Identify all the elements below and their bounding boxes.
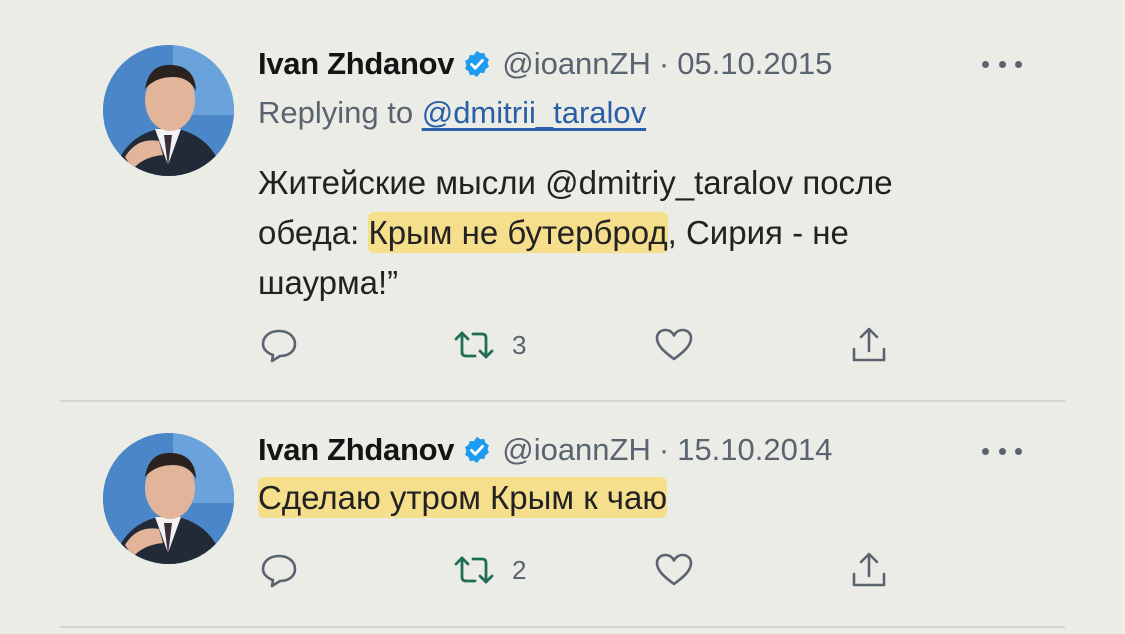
retweet-icon bbox=[454, 556, 494, 584]
author-handle[interactable]: @ioannZH bbox=[502, 432, 651, 468]
text-segment: обеда: bbox=[258, 214, 369, 251]
avatar[interactable] bbox=[103, 433, 234, 564]
heart-icon bbox=[655, 553, 693, 586]
tweet-text-line: Сделаю утром Крым к чаю bbox=[258, 473, 1018, 523]
tweet-text-line: Житейские мысли @dmitriy_taralov после bbox=[258, 158, 1018, 208]
highlighted-text: Крым не бутерброд bbox=[368, 212, 668, 253]
tweet-text-line: обеда: Крым не бутерброд, Сирия - не bbox=[258, 208, 1018, 258]
retweet-button[interactable]: 3 bbox=[450, 325, 526, 365]
retweet-count: 2 bbox=[512, 554, 527, 585]
replying-to-handle-link[interactable]: @dmitrii_taralov bbox=[422, 95, 646, 130]
verified-badge-icon bbox=[462, 435, 492, 465]
tweet[interactable]: Ivan Zhdanov @ioannZH · 15.10.2014 Сдела… bbox=[0, 400, 1125, 634]
avatar[interactable] bbox=[103, 45, 234, 176]
author-name[interactable]: Ivan Zhdanov bbox=[258, 432, 455, 468]
avatar-photo bbox=[103, 433, 234, 564]
separator-dot: · bbox=[658, 432, 670, 467]
share-icon bbox=[852, 552, 886, 587]
action-bar: 2 bbox=[258, 550, 908, 590]
share-button[interactable] bbox=[848, 550, 890, 590]
tweet-date[interactable]: 05.10.2015 bbox=[677, 46, 832, 82]
text-segment: шаурма!” bbox=[258, 264, 399, 301]
author-name[interactable]: Ivan Zhdanov bbox=[258, 46, 455, 82]
reply-icon bbox=[261, 329, 297, 363]
reply-button[interactable] bbox=[258, 550, 300, 590]
heart-icon bbox=[655, 328, 693, 361]
like-button[interactable] bbox=[653, 550, 695, 590]
replying-to-line: Replying to @dmitrii_taralov bbox=[258, 95, 646, 131]
tweet-divider bbox=[60, 626, 1065, 628]
reply-icon bbox=[261, 554, 297, 588]
replying-to-label: Replying to bbox=[258, 95, 422, 130]
author-handle[interactable]: @ioannZH bbox=[502, 46, 651, 82]
avatar-photo bbox=[103, 45, 234, 176]
highlighted-text: Сделаю утром Крым к чаю bbox=[258, 477, 668, 518]
retweet-count: 3 bbox=[512, 329, 527, 360]
tweet-header: Ivan Zhdanov @ioannZH · 15.10.2014 bbox=[258, 430, 832, 470]
tweet-date[interactable]: 15.10.2014 bbox=[677, 432, 832, 468]
verified-badge-icon bbox=[462, 49, 492, 79]
tweet[interactable]: Ivan Zhdanov @ioannZH · 05.10.2015 Reply… bbox=[0, 0, 1125, 400]
tweet-header: Ivan Zhdanov @ioannZH · 05.10.2015 bbox=[258, 44, 832, 84]
tweet-text: Житейские мысли @dmitriy_taralov после о… bbox=[258, 158, 1018, 308]
retweet-button[interactable]: 2 bbox=[450, 550, 526, 590]
text-segment: Житейские мысли @dmitriy_taralov после bbox=[258, 164, 893, 201]
more-icon[interactable] bbox=[982, 446, 1022, 456]
text-segment: , Сирия - не bbox=[667, 214, 849, 251]
retweet-icon bbox=[454, 331, 494, 359]
tweet-text: Сделаю утром Крым к чаю bbox=[258, 473, 1018, 523]
share-button[interactable] bbox=[848, 325, 890, 365]
action-bar: 3 bbox=[258, 325, 908, 365]
more-icon[interactable] bbox=[982, 59, 1022, 69]
like-button[interactable] bbox=[653, 325, 695, 365]
tweet-text-line: шаурма!” bbox=[258, 258, 1018, 308]
separator-dot: · bbox=[658, 46, 670, 81]
share-icon bbox=[852, 327, 886, 362]
reply-button[interactable] bbox=[258, 325, 300, 365]
